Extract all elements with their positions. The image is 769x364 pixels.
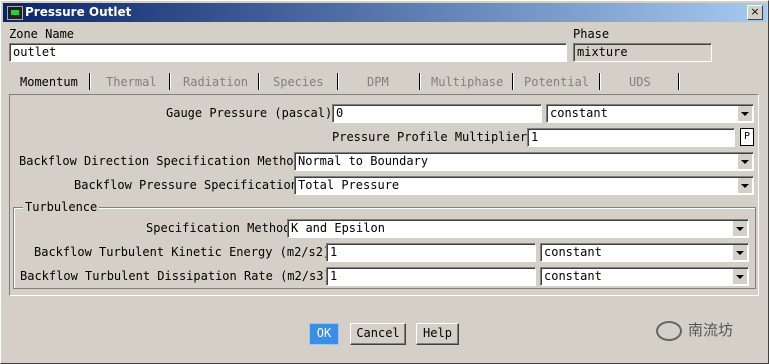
tab-potential[interactable]: Potential: [524, 73, 589, 91]
chevron-down-icon[interactable]: [737, 178, 752, 193]
tab-separator: [419, 73, 420, 90]
phase-field: mixture: [573, 43, 712, 62]
backflow-pressure-label: Backflow Pressure Specification: [74, 178, 298, 192]
tab-multiphase[interactable]: Multiphase: [431, 73, 503, 91]
tke-method-value: constant: [544, 245, 602, 259]
dialog-window: Pressure Outlet × Zone Name outlet Phase…: [0, 0, 769, 364]
chevron-down-icon[interactable]: [737, 106, 752, 121]
tab-separator: [678, 73, 679, 90]
backflow-pressure-value: Total Pressure: [298, 178, 400, 192]
tab-momentum[interactable]: Momentum: [20, 73, 78, 91]
tab-species[interactable]: Species: [273, 73, 324, 91]
backflow-pressure-select[interactable]: Total Pressure: [294, 176, 754, 195]
watermark-text: 南流坊: [688, 321, 734, 339]
tab-separator: [169, 73, 170, 90]
tke-label: Backflow Turbulent Kinetic Energy (m2/s2…: [34, 245, 331, 259]
gauge-pressure-label: Gauge Pressure (pascal): [166, 106, 333, 120]
tke-method-select[interactable]: constant: [540, 243, 749, 262]
tab-uds[interactable]: UDS: [629, 73, 651, 91]
tab-separator: [599, 73, 600, 90]
zone-name-label: Zone Name: [9, 27, 75, 41]
tab-separator: [89, 73, 90, 90]
ok-button[interactable]: OK: [309, 323, 339, 345]
tdr-method-value: constant: [544, 269, 602, 283]
backflow-direction-label: Backflow Direction Specification Method: [19, 154, 301, 168]
tdr-label: Backflow Turbulent Dissipation Rate (m2/…: [20, 269, 331, 283]
help-button[interactable]: Help: [416, 323, 459, 345]
chevron-down-icon[interactable]: [732, 245, 747, 260]
tab-radiation[interactable]: Radiation: [183, 73, 248, 91]
profile-multiplier-field[interactable]: 1: [527, 128, 735, 147]
profile-parameter-button[interactable]: P: [740, 128, 754, 146]
gauge-pressure-field[interactable]: 0: [332, 104, 542, 123]
watermark: 南流坊: [656, 319, 733, 341]
tdr-method-select[interactable]: constant: [540, 267, 749, 286]
backflow-direction-select[interactable]: Normal to Boundary: [294, 152, 754, 171]
close-button[interactable]: ×: [747, 5, 763, 20]
tab-separator: [258, 73, 259, 90]
gauge-pressure-method-value: constant: [550, 106, 608, 120]
tab-separator: [512, 73, 513, 90]
tke-field[interactable]: 1: [326, 243, 536, 262]
spec-method-select[interactable]: K and Epsilon: [287, 219, 749, 238]
tab-separator: [337, 73, 338, 90]
tdr-field[interactable]: 1: [326, 267, 536, 286]
spec-method-label: Specification Method: [146, 221, 291, 235]
chevron-down-icon[interactable]: [732, 269, 747, 284]
zone-name-field[interactable]: outlet: [9, 43, 567, 62]
chevron-down-icon[interactable]: [732, 221, 747, 236]
tab-thermal[interactable]: Thermal: [106, 73, 157, 91]
profile-multiplier-label: Pressure Profile Multiplier: [332, 130, 528, 144]
cancel-button[interactable]: Cancel: [350, 323, 406, 345]
window-title: Pressure Outlet: [25, 5, 132, 19]
phase-label: Phase: [573, 27, 610, 41]
chevron-down-icon[interactable]: [737, 154, 752, 169]
wechat-icon: [656, 320, 682, 341]
title-bar[interactable]: Pressure Outlet ×: [3, 3, 767, 22]
backflow-direction-value: Normal to Boundary: [298, 154, 429, 168]
turbulence-group-title: Turbulence: [23, 200, 100, 214]
app-icon: [7, 6, 23, 20]
tab-dpm[interactable]: DPM: [367, 73, 389, 91]
spec-method-value: K and Epsilon: [291, 221, 385, 235]
gauge-pressure-method-select[interactable]: constant: [546, 104, 754, 123]
